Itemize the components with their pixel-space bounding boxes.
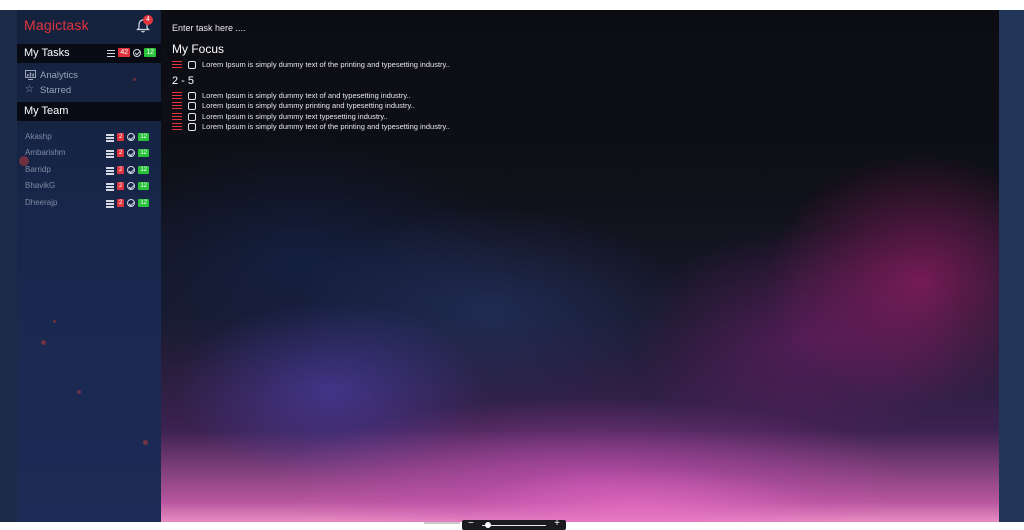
zoom-slider-thumb[interactable] xyxy=(485,522,492,528)
zoom-in-button[interactable]: + xyxy=(554,519,560,529)
drag-handle-icon[interactable] xyxy=(172,113,182,120)
open-tasks-badge: 2 xyxy=(116,133,125,141)
task-checkbox[interactable] xyxy=(188,101,196,110)
bokeh-dot xyxy=(133,78,136,81)
open-tasks-badge: 2 xyxy=(116,199,125,207)
member-name: Ambarishm xyxy=(25,148,66,157)
drag-handle-icon[interactable] xyxy=(172,123,182,130)
check-circle-icon xyxy=(127,199,136,207)
team-member-row[interactable]: Ambarishm 2 12 xyxy=(17,146,161,160)
right-panel-edge xyxy=(999,10,1024,522)
bokeh-dot xyxy=(77,390,81,394)
member-counts: 2 12 xyxy=(105,182,149,191)
sidebar-item-starred[interactable]: ☆ Starred xyxy=(25,83,71,97)
my-tasks-header[interactable]: My Tasks 42 12 xyxy=(17,44,161,63)
task-checkbox[interactable] xyxy=(188,60,196,69)
member-name: Akashp xyxy=(25,132,52,141)
open-tasks-badge: 2 xyxy=(116,149,125,157)
my-tasks-counts: 42 12 xyxy=(107,48,156,57)
new-task-input[interactable] xyxy=(172,22,472,34)
member-counts: 2 12 xyxy=(105,133,149,142)
range-group-title: 2 - 5 xyxy=(172,75,195,87)
my-tasks-label: My Tasks xyxy=(24,47,70,59)
my-team-label: My Team xyxy=(24,105,69,117)
member-name: Barridp xyxy=(25,165,51,174)
open-tasks-badge: 2 xyxy=(116,166,125,174)
task-text: Lorem Ipsum is simply dummy text of and … xyxy=(202,91,411,100)
check-circle-icon xyxy=(127,149,136,157)
task-text: Lorem Ipsum is simply dummy printing and… xyxy=(202,101,415,110)
task-row[interactable]: Lorem Ipsum is simply dummy text of the … xyxy=(172,121,450,132)
member-name: BhavikG xyxy=(25,181,56,190)
drag-handle-icon[interactable] xyxy=(172,61,182,68)
list-icon xyxy=(105,149,114,158)
notification-badge: 4 xyxy=(143,15,153,25)
zoom-out-button[interactable]: − xyxy=(468,519,474,529)
team-member-row[interactable]: Barridp 2 12 xyxy=(17,163,161,177)
member-counts: 2 12 xyxy=(105,166,149,175)
sidebar-item-label: Starred xyxy=(40,84,72,96)
member-name: Dheerajp xyxy=(25,198,58,207)
sidebar-item-label: Analytics xyxy=(40,69,79,81)
check-circle-icon xyxy=(127,133,136,141)
task-text: Lorem Ipsum is simply dummy text typeset… xyxy=(202,112,388,121)
task-text: Lorem Ipsum is simply dummy text of the … xyxy=(202,60,450,69)
list-icon xyxy=(107,49,116,57)
analytics-icon xyxy=(25,70,36,80)
app-logo[interactable]: Magictask xyxy=(24,17,89,33)
star-icon: ☆ xyxy=(25,84,34,95)
check-circle-icon xyxy=(133,48,142,57)
task-row[interactable]: Lorem Ipsum is simply dummy text of the … xyxy=(172,59,450,70)
done-tasks-badge: 12 xyxy=(138,149,149,157)
done-tasks-badge: 12 xyxy=(138,199,149,207)
sidebar-item-analytics[interactable]: Analytics xyxy=(25,68,78,82)
team-member-row[interactable]: BhavikG 2 12 xyxy=(17,179,161,193)
check-circle-icon xyxy=(127,166,136,174)
task-text: Lorem Ipsum is simply dummy text of the … xyxy=(202,122,450,131)
list-icon xyxy=(105,133,114,142)
drag-handle-icon[interactable] xyxy=(172,92,182,99)
open-tasks-badge: 42 xyxy=(118,48,131,57)
task-board: My Focus Lorem Ipsum is simply dummy tex… xyxy=(161,10,999,522)
task-row[interactable]: Lorem Ipsum is simply dummy printing and… xyxy=(172,100,415,111)
team-member-row[interactable]: Dheerajp 2 12 xyxy=(17,196,161,210)
done-tasks-badge: 12 xyxy=(138,133,149,141)
check-circle-icon xyxy=(127,182,136,190)
member-counts: 2 12 xyxy=(105,149,149,158)
member-counts: 2 12 xyxy=(105,199,149,208)
task-checkbox[interactable] xyxy=(188,112,196,121)
done-tasks-badge: 12 xyxy=(138,182,149,190)
zoom-slider-track[interactable] xyxy=(482,525,546,526)
horizontal-scrollbar[interactable] xyxy=(424,522,460,524)
list-icon xyxy=(105,199,114,208)
list-icon xyxy=(105,182,114,191)
team-member-row[interactable]: Akashp 2 12 xyxy=(17,130,161,144)
bokeh-dot xyxy=(53,320,56,323)
my-team-header[interactable]: My Team xyxy=(17,102,161,121)
focus-group-title: My Focus xyxy=(172,42,225,56)
task-checkbox[interactable] xyxy=(188,91,196,100)
done-tasks-badge: 12 xyxy=(138,166,149,174)
app-window: Magictask 4 My Tasks 42 12 Analytics ☆ S… xyxy=(0,10,1024,522)
done-tasks-badge: 12 xyxy=(144,48,156,57)
zoom-control: − + xyxy=(462,519,566,530)
brand-row: Magictask 4 xyxy=(17,10,161,42)
list-icon xyxy=(105,166,114,175)
bokeh-dot xyxy=(41,340,46,345)
bokeh-dot xyxy=(143,440,148,445)
sidebar: Magictask 4 My Tasks 42 12 Analytics ☆ S… xyxy=(17,10,161,522)
task-checkbox[interactable] xyxy=(188,122,196,131)
drag-handle-icon[interactable] xyxy=(172,102,182,109)
open-tasks-badge: 2 xyxy=(116,182,125,190)
